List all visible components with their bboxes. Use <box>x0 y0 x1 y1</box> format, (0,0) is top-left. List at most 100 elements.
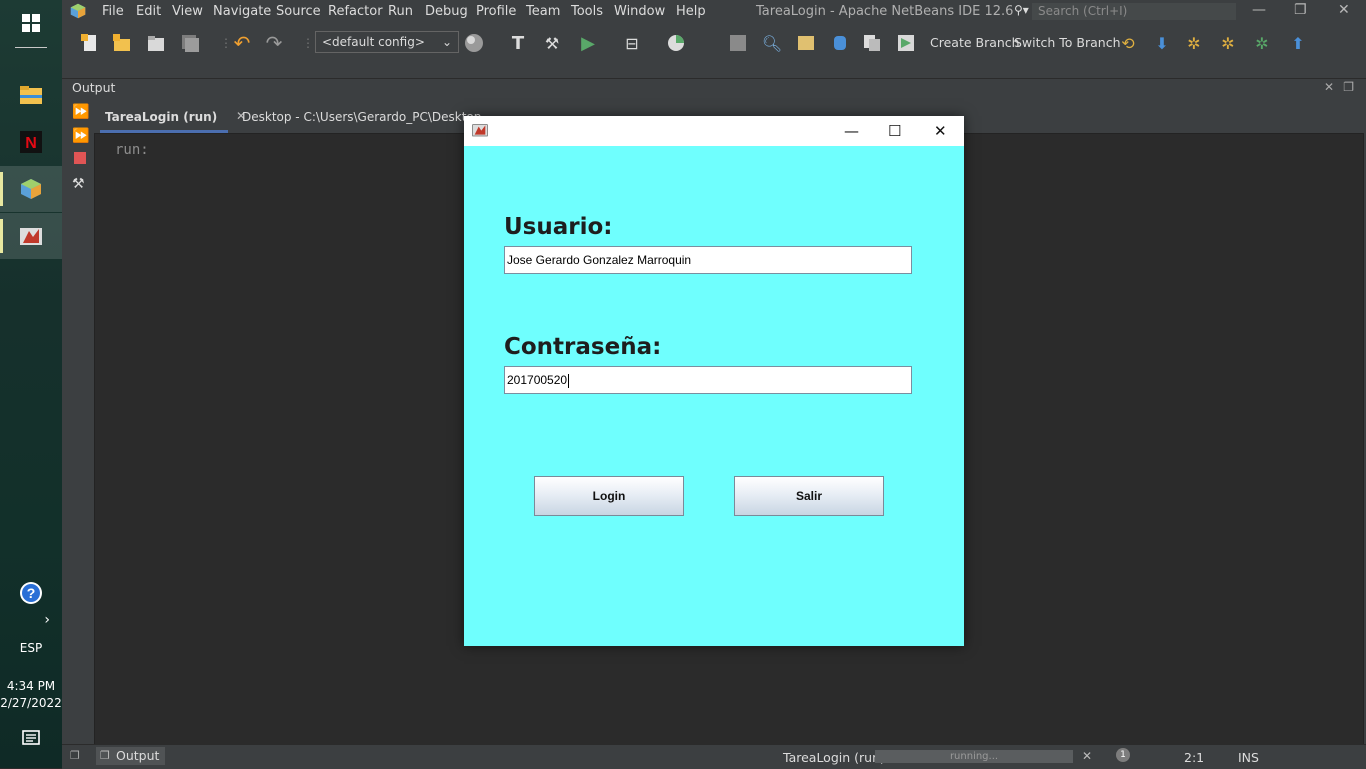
menu-team[interactable]: Team <box>526 4 560 19</box>
close-output-icon[interactable]: ✕ <box>1324 80 1334 94</box>
clock-time: 4:34 PM <box>6 679 56 693</box>
notification-icon <box>22 730 40 745</box>
output-window-icon: ❐ <box>100 749 110 762</box>
login-maximize-button[interactable]: ☐ <box>888 122 901 140</box>
toolbar-separator: ⋮ <box>302 36 314 50</box>
git-repo-icon: ⬆ <box>1291 33 1305 53</box>
login-minimize-button[interactable]: — <box>844 122 859 140</box>
build-button[interactable]: T <box>506 31 530 55</box>
save-all-button[interactable] <box>178 31 202 55</box>
start-button[interactable] <box>0 0 62 46</box>
undo-button[interactable]: ↶ <box>230 31 254 55</box>
open-project-button[interactable] <box>144 31 168 55</box>
taskbar-show-hidden[interactable]: › <box>0 597 62 643</box>
git-repo-button[interactable]: ⬆ <box>1286 31 1310 55</box>
switch-branch-button[interactable]: Switch To Branch <box>1014 35 1121 50</box>
menu-profile[interactable]: Profile <box>476 4 516 19</box>
output-minimized-button[interactable]: ❐ Output <box>96 747 166 765</box>
password-value: 201700520 <box>507 373 568 387</box>
menu-run[interactable]: Run <box>388 4 413 19</box>
tab-desktop[interactable]: Desktop - C:\Users\Gerardo_PC\Desktop <box>242 110 481 124</box>
database-icon <box>834 36 846 50</box>
stop-icon[interactable] <box>74 152 86 164</box>
search-input[interactable]: Search (Ctrl+I) <box>1032 3 1236 20</box>
menu-tools[interactable]: Tools <box>571 4 603 19</box>
clock-date: 2/27/2022 <box>0 696 62 710</box>
menu-help[interactable]: Help <box>676 4 706 19</box>
restore-window-icon[interactable]: ❐ <box>70 749 80 762</box>
find-icon: 🔍︎ <box>761 33 783 53</box>
menu-navigate[interactable]: Navigate <box>213 4 271 19</box>
menu-refactor[interactable]: Refactor <box>328 4 383 19</box>
git-merge-button[interactable]: ✲ <box>1182 31 1206 55</box>
login-titlebar[interactable]: — ☐ ✕ <box>464 116 964 146</box>
cancel-task-icon[interactable]: ✕ <box>1082 749 1092 763</box>
taskbar-netflix[interactable]: N <box>0 119 62 165</box>
restore-button[interactable]: ❐ <box>1294 2 1307 18</box>
hammer-icon: T <box>511 32 525 54</box>
create-branch-button[interactable]: Create Branch <box>930 35 1020 50</box>
run-icon: ▶ <box>581 32 595 54</box>
taskbar-separator <box>15 47 47 48</box>
menu-debug[interactable]: Debug <box>425 4 468 19</box>
run-button[interactable]: ▶ <box>576 31 600 55</box>
taskbar-notifications[interactable] <box>0 716 62 762</box>
maximize-output-icon[interactable]: ❐ <box>1343 80 1354 94</box>
output-button-label: Output <box>116 748 160 763</box>
new-project-icon <box>113 34 130 51</box>
settings-icon[interactable]: ⚒ <box>72 176 85 192</box>
chevron-right-icon: › <box>44 612 50 628</box>
menu-bar: File Edit View Navigate Source Refactor … <box>62 0 1366 24</box>
redo-button[interactable]: ↷ <box>262 31 286 55</box>
taskbar-netbeans[interactable] <box>0 166 62 212</box>
find-button[interactable]: 🔍︎ <box>760 31 784 55</box>
active-indicator <box>0 219 3 253</box>
menu-view[interactable]: View <box>172 4 203 19</box>
password-input[interactable]: 201700520 <box>504 366 912 394</box>
git-pull-button[interactable]: ✲ <box>1250 31 1274 55</box>
toolbar-blank-button[interactable] <box>726 31 750 55</box>
rerun-icon[interactable]: ⏩ <box>72 104 89 120</box>
menu-edit[interactable]: Edit <box>136 4 161 19</box>
rerun-with-args-icon[interactable]: ⏩ <box>72 128 89 144</box>
usuario-label: Usuario: <box>504 214 613 240</box>
edit-tool-button[interactable] <box>794 31 818 55</box>
svg-text:N: N <box>25 135 37 152</box>
diff-button[interactable] <box>894 31 918 55</box>
menu-window[interactable]: Window <box>614 4 665 19</box>
profile-button[interactable] <box>664 31 688 55</box>
netflix-icon: N <box>20 131 42 153</box>
output-panel-header: ✕ ❐ <box>62 78 1366 99</box>
netbeans-icon <box>21 179 41 199</box>
clean-build-button[interactable]: ⚒ <box>540 31 564 55</box>
login-close-button[interactable]: ✕ <box>934 122 947 140</box>
config-select[interactable]: <default config> ⌄ <box>315 31 459 53</box>
menu-file[interactable]: File <box>102 4 124 19</box>
menu-source[interactable]: Source <box>276 4 321 19</box>
close-button[interactable]: ✕ <box>1338 2 1350 18</box>
new-project-button[interactable] <box>110 31 134 55</box>
diff-icon <box>898 35 914 51</box>
exit-button[interactable]: Salir <box>734 476 884 516</box>
taskbar-java-app[interactable] <box>0 213 62 259</box>
git-commit-button[interactable]: ⟲ <box>1116 31 1140 55</box>
output-side-toolbar: ⏩ ⏩ ⚒ <box>66 100 94 744</box>
globe-button[interactable] <box>462 31 486 55</box>
redo-icon: ↷ <box>265 31 283 55</box>
usuario-input[interactable]: Jose Gerardo Gonzalez Marroquin <box>504 246 912 274</box>
taskbar-clock[interactable]: 4:34 PM 2/27/2022 <box>0 678 62 712</box>
copy-button[interactable] <box>860 31 884 55</box>
minimize-button[interactable]: — <box>1252 2 1266 18</box>
git-fetch-button[interactable]: ⬇ <box>1150 31 1174 55</box>
debug-button[interactable]: ⊟ <box>620 31 644 55</box>
new-file-button[interactable] <box>78 31 102 55</box>
database-button[interactable] <box>828 31 852 55</box>
input-language[interactable]: ESP <box>0 641 62 655</box>
git-push-button[interactable]: ✲ <box>1216 31 1240 55</box>
login-button[interactable]: Login <box>534 476 684 516</box>
window-title: TareaLogin - Apache NetBeans IDE 12.6 <box>756 4 1014 19</box>
taskbar-file-explorer[interactable] <box>0 72 62 118</box>
tab-tarealogin-run[interactable]: TareaLogin (run) <box>105 110 217 124</box>
config-value: <default config> <box>322 35 425 49</box>
notifications-icon[interactable]: 1 <box>1116 748 1130 762</box>
